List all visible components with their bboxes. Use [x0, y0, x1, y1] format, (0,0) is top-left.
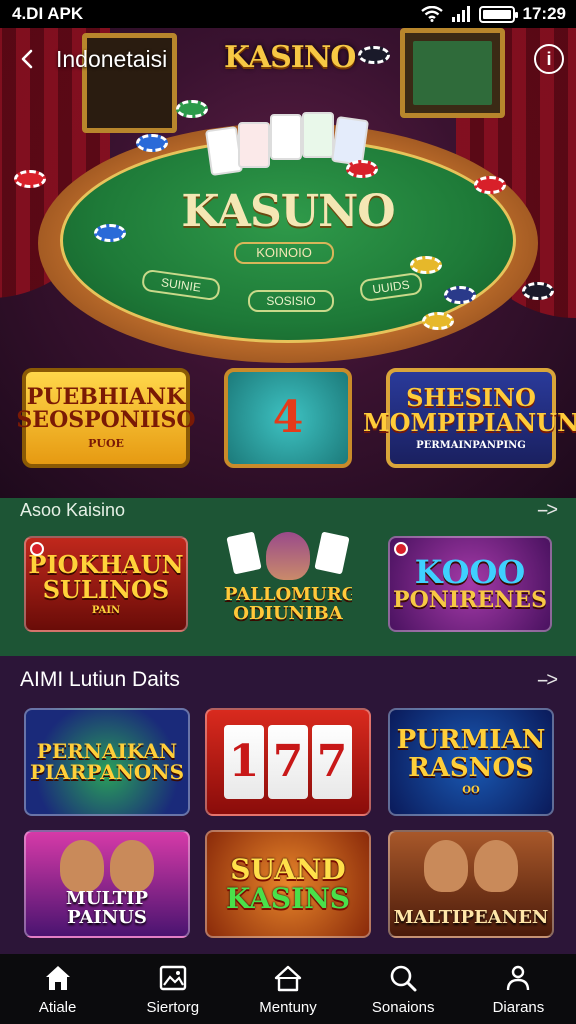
image-icon	[159, 965, 186, 990]
table-title: KASUNO	[181, 186, 395, 237]
game-section-popular: Asoo Kaisino --> PIOKHAUN SULINOS PAIN P…	[0, 498, 576, 656]
game-tile[interactable]: PALLOMURG ODIUNIBA	[224, 528, 352, 628]
featured-game-title: SHESINO MOMPIPIANUN	[363, 382, 576, 437]
nav-label: Atiale	[38, 998, 77, 1016]
nav-item-search[interactable]: Sonaions	[346, 954, 461, 1024]
player-portraits	[390, 840, 552, 892]
playing-card-decor	[238, 122, 270, 168]
region-label[interactable]: Indonetaisi	[56, 46, 167, 73]
slot-reels: 177	[222, 725, 354, 799]
table-bet-box: SOSISIO	[248, 290, 334, 312]
featured-game-tile[interactable]: PUEBHIANK SEOSPONIISO PUOE	[16, 368, 196, 468]
back-button[interactable]	[0, 28, 56, 90]
app-logo: KASINO	[224, 40, 356, 75]
house-outline-icon	[274, 965, 302, 991]
poker-chip-decor	[422, 312, 454, 330]
hot-badge-icon	[30, 542, 44, 556]
status-left-text: 4.DI APK	[12, 4, 84, 23]
game-title: PURMIAN RASNOS	[396, 725, 546, 783]
poker-chip-decor	[176, 100, 208, 118]
game-title: PERNAIKAN PIARPANONS	[29, 739, 185, 784]
game-tile[interactable]: KOOO PONIRENES	[388, 536, 552, 632]
game-title: PIOKHAUN SULINOS	[28, 549, 184, 604]
home-icon	[45, 965, 70, 990]
player-portraits	[26, 840, 188, 892]
game-sub: OO	[462, 785, 480, 797]
nav-label: Mentuny	[259, 998, 317, 1016]
poker-chip-decor	[522, 282, 554, 300]
featured-game-tile[interactable]: 4	[224, 368, 352, 468]
nav-item-profile[interactable]: Diarans	[461, 954, 576, 1024]
bottom-nav: Atiale Siertorg Mentuny Sonaions Diarans	[0, 954, 576, 1024]
game-tile[interactable]: MULTIP PAINUS	[24, 830, 190, 938]
chevron-left-icon	[21, 49, 33, 69]
game-title: MULTIP PAINUS	[65, 888, 149, 929]
featured-game-tile[interactable]: SHESINO MOMPIPIANUN PERMAINPANPING	[363, 368, 576, 468]
status-bar: 4.DI APK 17:29	[0, 0, 576, 28]
section-header: Asoo Kaisino -->	[0, 498, 576, 522]
game-tile[interactable]: SUAND KASINS	[205, 830, 371, 938]
hero-banner[interactable]: Indonetaisi KASINO i KASUNO KOINOIO SUIN…	[0, 28, 576, 498]
playing-card-decor	[302, 112, 334, 158]
person-icon	[507, 965, 530, 990]
section-title: Asoo Kaisino	[20, 499, 126, 520]
game-tile[interactable]: PURMIAN RASNOS OO	[388, 708, 554, 816]
poker-table-felt	[60, 138, 516, 343]
game-section-list: AIMI Lutiun Daits --> PERNAIKAN PIARPANO…	[0, 656, 576, 954]
game-title: SUAND	[230, 852, 346, 886]
signal-icon	[451, 6, 470, 22]
poker-chip-decor	[136, 134, 168, 152]
poker-chip-decor	[444, 286, 476, 304]
poker-chip-decor	[410, 256, 442, 274]
search-icon	[390, 965, 417, 991]
game-tile[interactable]: PIOKHAUN SULINOS PAIN	[24, 536, 188, 632]
battery-icon	[478, 5, 518, 23]
wifi-icon	[420, 6, 443, 22]
game-tile[interactable]: MALTIPEANEN	[388, 830, 554, 938]
see-more-arrow[interactable]: -->	[537, 499, 558, 522]
game-title: PALLOMURG ODIUNIBA	[224, 584, 352, 625]
nav-label: Sonaions	[371, 998, 435, 1016]
slot-reel: 1	[224, 725, 264, 799]
table-subtitle: KOINOIO	[234, 242, 334, 264]
poker-chip-decor	[346, 160, 378, 178]
hot-badge-icon	[394, 542, 408, 556]
status-indicators: 17:29	[420, 4, 566, 24]
playing-card-decor	[314, 531, 350, 575]
dealer-portrait	[266, 532, 310, 580]
see-more-arrow[interactable]: -->	[537, 669, 558, 692]
slot-reel: 7	[268, 725, 308, 799]
featured-game-sub: PERMAINPANPING	[416, 439, 526, 451]
nav-label: Siertorg	[146, 998, 200, 1016]
game-tile[interactable]: PERNAIKAN PIARPANONS	[24, 708, 190, 816]
game-tile[interactable]: 177	[205, 708, 371, 816]
game-title: PONIRENES	[393, 587, 547, 614]
playing-card-decor	[226, 531, 262, 575]
nav-label: Diarans	[492, 998, 545, 1016]
game-sub: PAIN	[91, 604, 121, 616]
nav-item-gallery[interactable]: Siertorg	[115, 954, 230, 1024]
playing-card-decor	[270, 114, 302, 160]
playing-card-decor	[330, 115, 370, 167]
section-header: AIMI Lutiun Daits -->	[0, 656, 576, 704]
section-title: AIMI Lutiun Daits	[20, 668, 180, 691]
game-title-line2: KASINS	[225, 882, 351, 915]
status-time: 17:29	[522, 4, 566, 23]
info-icon[interactable]: i	[534, 44, 564, 74]
featured-game-title: 4	[272, 391, 304, 443]
game-title: MALTIPEANEN	[393, 907, 549, 929]
game-title-top: KOOO	[414, 552, 526, 591]
featured-game-sub: PUOE	[88, 437, 124, 451]
featured-game-title: PUEBHIANK SEOSPONIISO	[16, 384, 196, 434]
nav-item-menu[interactable]: Mentuny	[230, 954, 345, 1024]
nav-item-home[interactable]: Atiale	[0, 954, 115, 1024]
top-app-bar: Indonetaisi KASINO i	[0, 28, 576, 90]
slot-reel: 7	[312, 725, 352, 799]
